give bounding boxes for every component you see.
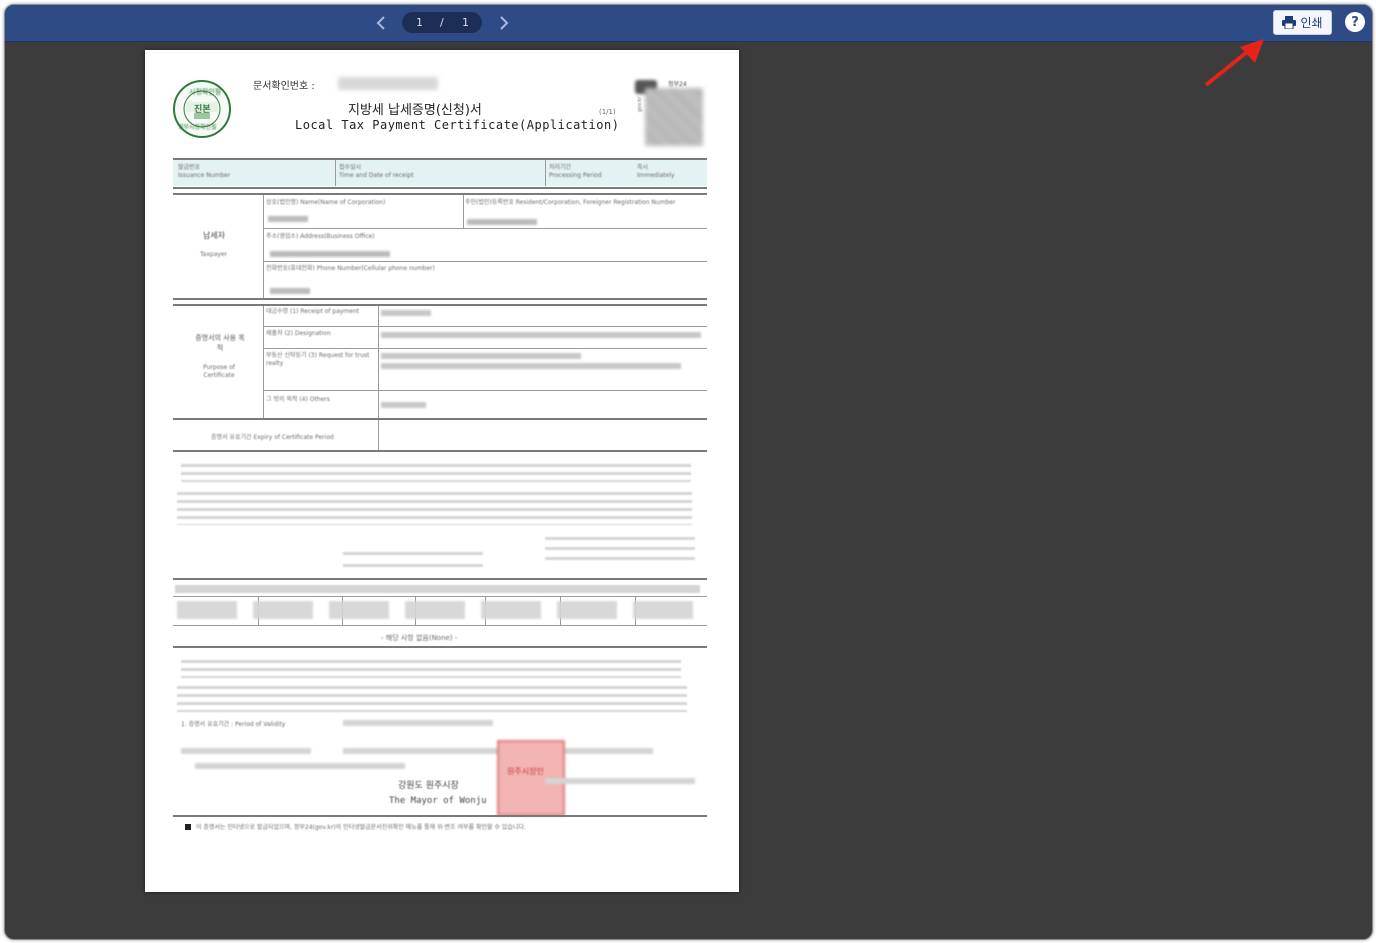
doc-number-redacted bbox=[338, 77, 438, 90]
declaration-en-text bbox=[177, 492, 692, 525]
remarks-value-en bbox=[195, 763, 405, 769]
mayor-en: The Mayor of Wonju bbox=[389, 796, 487, 806]
next-page-button[interactable] bbox=[494, 13, 514, 33]
help-button[interactable]: ? bbox=[1345, 12, 1365, 32]
certification-ko-text bbox=[181, 660, 681, 678]
taxpayer-phone-value bbox=[270, 288, 310, 294]
taxpayer-label-ko: 납세자 bbox=[203, 231, 226, 240]
stamp-text: 원주시장인 bbox=[507, 767, 544, 776]
applicant-signature bbox=[343, 552, 483, 574]
taxpayer-name-value bbox=[268, 216, 308, 222]
qr-code bbox=[645, 88, 703, 146]
receipt-time-label: 접수일시 bbox=[339, 164, 362, 171]
issuance-number-label: 발급번호 bbox=[178, 164, 201, 171]
footer-bullet-icon bbox=[185, 824, 191, 830]
purpose-label-ko: 증명서의 사용 목적 bbox=[195, 334, 245, 352]
taxpayer-label-en: Taxpayer bbox=[200, 251, 228, 258]
title-ko: 지방세 납세증명(신청)서 bbox=[348, 103, 482, 118]
help-icon: ? bbox=[1351, 14, 1359, 30]
period-label: 1. 증명서 유효기간 : Period of Validity bbox=[181, 721, 286, 728]
taxpayer-address-field: 주소(영업소) Address(Business Office) bbox=[266, 233, 375, 240]
purpose-row-designation: 제출처 (2) Designation bbox=[266, 330, 331, 337]
processing-period-label: 처리기간 bbox=[549, 164, 572, 171]
purpose-trust-value-en bbox=[381, 363, 681, 369]
seal-mid-text: 진본 bbox=[194, 105, 211, 115]
purpose-label-en: Purpose of Certificate bbox=[203, 364, 235, 379]
receipt-time-label-en: Time and Date of receipt bbox=[339, 172, 414, 179]
purpose-trust-value bbox=[381, 353, 581, 359]
mayor-ko: 강원도 원주시장 bbox=[398, 781, 459, 791]
document-page: 시정확인필 진본 정부시정확인필 문서확인번호 : 지방세 납세증명(신청)서 … bbox=[145, 50, 739, 892]
seal-bottom-text: 정부시정확인필 bbox=[178, 124, 217, 131]
prev-page-button[interactable] bbox=[371, 13, 391, 33]
total-pages: 1 bbox=[462, 16, 469, 29]
print-label: 인쇄 bbox=[1300, 16, 1323, 30]
processing-period-label-en: Processing Period bbox=[549, 172, 602, 179]
taxpayer-registration-field: 주민(법인)등록번호 Resident/Corporation, Foreign… bbox=[465, 199, 676, 206]
document-viewer: 1 / 1 인쇄 ? 시정확인필 진본 정부시정확인필 문서확인번호: 지방세… bbox=[4, 4, 1373, 940]
issuance-row bbox=[173, 160, 707, 186]
chevron-left-icon bbox=[376, 16, 385, 30]
period-value bbox=[343, 720, 493, 726]
declaration-ko-text bbox=[181, 464, 691, 482]
purpose-others-value bbox=[381, 402, 426, 408]
suspension-none-note: - 해당 사항 없음(None) - bbox=[381, 634, 458, 642]
processing-value: 즉시 bbox=[637, 164, 649, 171]
footer-note: 이 증명서는 인터넷으로 발급되었으며, 정부24(gov.kr)의 인터넷발급… bbox=[196, 824, 526, 831]
doc-number-label: 문서확인번호 : bbox=[253, 81, 315, 92]
signature-date bbox=[545, 537, 695, 567]
purpose-row-others: 그 밖의 목적 (4) Others bbox=[266, 396, 330, 403]
page-separator: / bbox=[440, 16, 444, 29]
validity-label: 증명서 유효기간 Expiry of Certificate Period bbox=[211, 434, 334, 441]
issuance-number-label-en: Issuance Number bbox=[178, 172, 231, 179]
certification-en-text bbox=[177, 686, 687, 712]
taxpayer-phone-field: 전화번호(휴대전화) Phone Number(Cellular phone n… bbox=[266, 265, 435, 272]
print-button[interactable]: 인쇄 bbox=[1273, 10, 1332, 35]
purpose-row-payment: 대금수령 (1) Receipt of payment bbox=[266, 308, 360, 315]
printer-icon bbox=[1282, 16, 1297, 29]
taxpayer-registration-value bbox=[467, 219, 537, 225]
taxpayer-address-value bbox=[270, 251, 390, 257]
gov-side-text: gov.kr bbox=[637, 96, 643, 112]
title-en: Local Tax Payment Certificate(Applicatio… bbox=[295, 118, 620, 132]
suspension-header bbox=[175, 585, 700, 593]
page-count: (1/1) bbox=[599, 108, 616, 116]
current-page[interactable]: 1 bbox=[416, 16, 423, 29]
page-indicator: 1 / 1 bbox=[402, 12, 482, 33]
issue-date bbox=[545, 778, 695, 784]
suspension-columns bbox=[177, 601, 702, 619]
taxpayer-name-field: 상호(법인명) Name(Name of Corporation) bbox=[266, 199, 386, 206]
processing-value-en: Immediately bbox=[637, 172, 675, 179]
purpose-row-trust: 부동산 신탁등기 (3) Request for trust realty bbox=[266, 352, 370, 367]
remarks-label bbox=[181, 748, 311, 754]
viewer-toolbar: 1 / 1 인쇄 ? bbox=[5, 5, 1372, 42]
purpose-payment-value bbox=[381, 310, 431, 316]
chevron-right-icon bbox=[500, 16, 509, 30]
red-arrow-annotation bbox=[1204, 39, 1264, 87]
purpose-designation-value bbox=[381, 332, 701, 338]
seal-top-text: 시정확인필 bbox=[189, 88, 222, 96]
